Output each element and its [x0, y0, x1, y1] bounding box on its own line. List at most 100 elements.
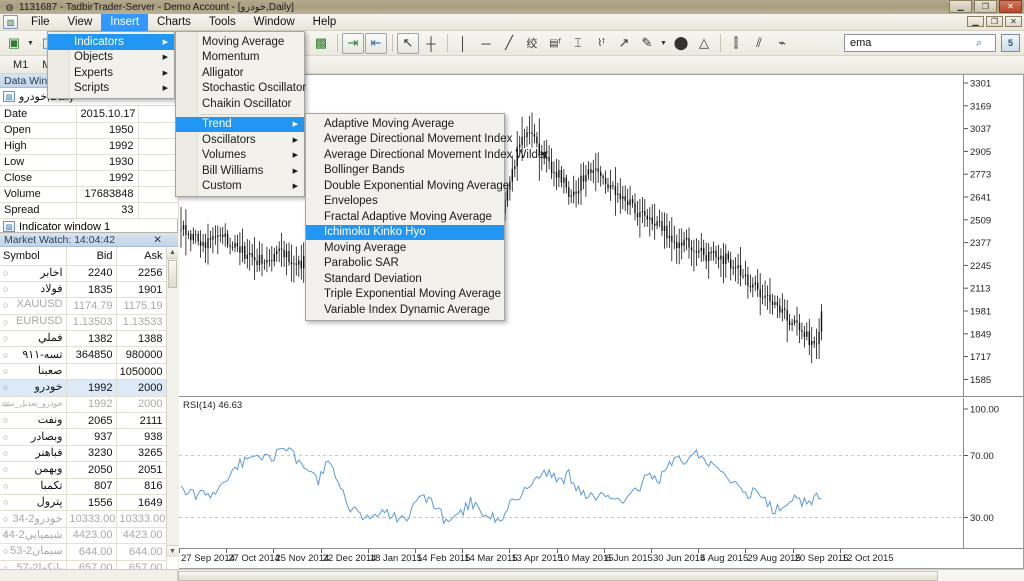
table-row[interactable]: ○تكمبا807816	[0, 478, 166, 494]
chart-shift-icon[interactable]: ▩	[310, 33, 332, 54]
table-row[interactable]: ○EURUSD1.135031.13533	[0, 314, 166, 330]
scrollbar-thumb[interactable]	[168, 260, 177, 288]
menu-item-volumes[interactable]: Volumes▶	[176, 148, 304, 164]
bar-chart-icon[interactable]: ⫿	[725, 33, 747, 54]
fibonacci-retracement-icon[interactable]: ▤ᶠ	[544, 33, 566, 54]
menu-item-oscillators[interactable]: Oscillators▶	[176, 132, 304, 148]
menu-item-trend[interactable]: Trend▶	[176, 117, 304, 133]
text-label-icon[interactable]: ⌇ᶠ	[590, 33, 612, 54]
menu-item-triple-exponential-moving-average[interactable]: Triple Exponential Moving Average	[306, 287, 504, 303]
menu-item-bollinger-bands[interactable]: Bollinger Bands	[306, 163, 504, 179]
menu-item-fractal-adaptive-moving-average[interactable]: Fractal Adaptive Moving Average	[306, 209, 504, 225]
menu-item-average-directional-movement-index-wilder[interactable]: Average Directional Movement Index Wilde…	[306, 147, 504, 163]
menu-item-view[interactable]: View	[59, 14, 102, 31]
menu-item-alligator[interactable]: Alligator	[176, 65, 304, 81]
chart-shift-toggle-icon[interactable]: ⇤	[365, 33, 387, 54]
menu-item-scripts[interactable]: Scripts ▶	[48, 81, 174, 97]
text-icon[interactable]: ⌶	[567, 33, 589, 54]
table-row[interactable]: ○خودرو_تعديل_نشده19922000	[0, 396, 166, 412]
close-icon[interactable]: ✕	[153, 234, 162, 246]
new-chart-dropdown-icon[interactable]: ▼	[26, 33, 35, 54]
timeframe-m1[interactable]: M1	[6, 58, 35, 72]
maximize-button[interactable]: ❐	[974, 0, 997, 13]
candlestick-chart-icon[interactable]: ⫽	[748, 33, 770, 54]
table-row[interactable]: ○پترول15561649	[0, 494, 166, 510]
menu-item-objects[interactable]: Objects ▶	[48, 50, 174, 66]
table-row[interactable]: ○فملي13821388	[0, 331, 166, 347]
menu-trend-popup[interactable]: Adaptive Moving AverageAverage Direction…	[305, 113, 505, 321]
table-row[interactable]: ○فباهنر32303265	[0, 445, 166, 461]
mdi-restore-button[interactable]: ❐	[986, 16, 1003, 27]
column-header-ask[interactable]: Ask	[116, 247, 166, 265]
menu-item-stochastic-oscillator[interactable]: Stochastic Oscillator	[176, 81, 304, 97]
draw-objects-dropdown-icon[interactable]: ▼	[659, 33, 668, 54]
rsi-indicator-panel[interactable]: RSI(14) 46.63 100.0070.0030.000.00	[179, 398, 1023, 548]
table-row[interactable]: ○خودرو19922000	[0, 380, 166, 396]
mdi-close-button[interactable]: ✕	[1005, 16, 1022, 27]
scroll-down-icon[interactable]: ▼	[167, 545, 178, 557]
table-row[interactable]: ○اخابر22402256	[0, 265, 166, 281]
trendline-icon[interactable]: ╱	[498, 33, 520, 54]
menu-item-bill-williams[interactable]: Bill Williams▶	[176, 163, 304, 179]
menu-item-moving-average[interactable]: Moving Average	[306, 240, 504, 256]
horizontal-scrollbar[interactable]	[0, 569, 1024, 581]
menu-item-momentum[interactable]: Momentum	[176, 50, 304, 66]
auto-scroll-icon[interactable]: ⇥	[342, 33, 364, 54]
menu-indicators-popup[interactable]: Moving AverageMomentumAlligatorStochasti…	[175, 31, 305, 197]
table-row[interactable]: ○سيمان2-53644.00644.00	[0, 544, 166, 560]
table-row[interactable]: ○خودرو2-3410333.0010333.00	[0, 511, 166, 527]
table-row[interactable]: ○شيميايي2-444423.004423.00	[0, 527, 166, 543]
menu-item-double-exponential-moving-average[interactable]: Double Exponential Moving Average	[306, 178, 504, 194]
close-button[interactable]: ✕	[999, 0, 1022, 13]
equidistant-channel-icon[interactable]: 绞	[521, 33, 543, 54]
minimize-button[interactable]: ▁	[949, 0, 972, 13]
search-box[interactable]: ⌕	[844, 34, 996, 52]
menu-item-ichimoku-kinko-hyo[interactable]: Ichimoku Kinko Hyo	[306, 225, 504, 241]
horizontal-line-icon[interactable]: ─	[475, 33, 497, 54]
table-row[interactable]: ○صعبنا1050000	[0, 363, 166, 379]
scrollbar-thumb-horizontal[interactable]	[178, 571, 938, 581]
crosshair-icon[interactable]: ┼	[420, 33, 442, 54]
table-row[interactable]: ○وبصادر937938	[0, 429, 166, 445]
table-row[interactable]: ○XAUUSD1174.791175.19	[0, 298, 166, 314]
cursor-icon[interactable]: ↖	[397, 33, 419, 54]
scrollbar-track[interactable]	[178, 570, 1024, 581]
triangle-icon[interactable]: △	[693, 33, 715, 54]
menu-item-file[interactable]: File	[22, 14, 59, 31]
table-row[interactable]: ○وبهمن20502051	[0, 462, 166, 478]
menu-item-parabolic-sar[interactable]: Parabolic SAR	[306, 256, 504, 272]
menu-item-experts[interactable]: Experts ▶	[48, 65, 174, 81]
market-watch-scrollbar[interactable]: ▲ ▼	[166, 247, 178, 557]
new-chart-icon[interactable]: ▣	[3, 33, 25, 54]
menu-item-help[interactable]: Help	[304, 14, 346, 31]
ellipse-icon[interactable]: ⬤	[670, 33, 692, 54]
table-row[interactable]: ○فولاد18351901	[0, 281, 166, 297]
mdi-minimize-button[interactable]: ▁	[967, 16, 984, 27]
menu-item-adaptive-moving-average[interactable]: Adaptive Moving Average	[306, 116, 504, 132]
rsi-axis[interactable]: 100.0070.0030.000.00	[963, 398, 1023, 548]
table-row[interactable]: ○تسه-۹۱۱364850980000	[0, 347, 166, 363]
arrow-icon[interactable]: ↗	[613, 33, 635, 54]
draw-objects-icon[interactable]: ✎	[636, 33, 658, 54]
menu-item-insert[interactable]: Insert	[101, 14, 148, 31]
menu-item-chaikin-oscillator[interactable]: Chaikin Oscillator	[176, 96, 304, 112]
search-icon[interactable]: ⌕	[976, 37, 982, 50]
search-go-button[interactable]: 5	[1001, 34, 1020, 52]
time-axis[interactable]: 27 Sep 201427 Oct 201425 Nov 201422 Dec …	[179, 548, 1023, 568]
menu-item-moving-average[interactable]: Moving Average	[176, 34, 304, 50]
column-header-symbol[interactable]: Symbol	[0, 247, 66, 265]
menu-insert-popup[interactable]: Indicators ▶ Objects ▶ Experts ▶ Scripts…	[47, 31, 175, 99]
menu-item-window[interactable]: Window	[245, 14, 304, 31]
menu-item-tools[interactable]: Tools	[200, 14, 245, 31]
menu-item-variable-index-dynamic-average[interactable]: Variable Index Dynamic Average	[306, 302, 504, 318]
price-axis[interactable]: 3301316930372905277326412509237722452113…	[963, 75, 1023, 396]
menu-item-charts[interactable]: Charts	[148, 14, 200, 31]
vertical-line-icon[interactable]: │	[452, 33, 474, 54]
menu-item-standard-deviation[interactable]: Standard Deviation	[306, 271, 504, 287]
menu-item-envelopes[interactable]: Envelopes	[306, 194, 504, 210]
line-chart-icon[interactable]: ⌁	[771, 33, 793, 54]
table-row[interactable]: ○ونفت20652111	[0, 413, 166, 429]
menu-item-indicators[interactable]: Indicators ▶	[48, 34, 174, 50]
menu-item-average-directional-movement-index[interactable]: Average Directional Movement Index	[306, 132, 504, 148]
search-input[interactable]	[848, 36, 976, 50]
